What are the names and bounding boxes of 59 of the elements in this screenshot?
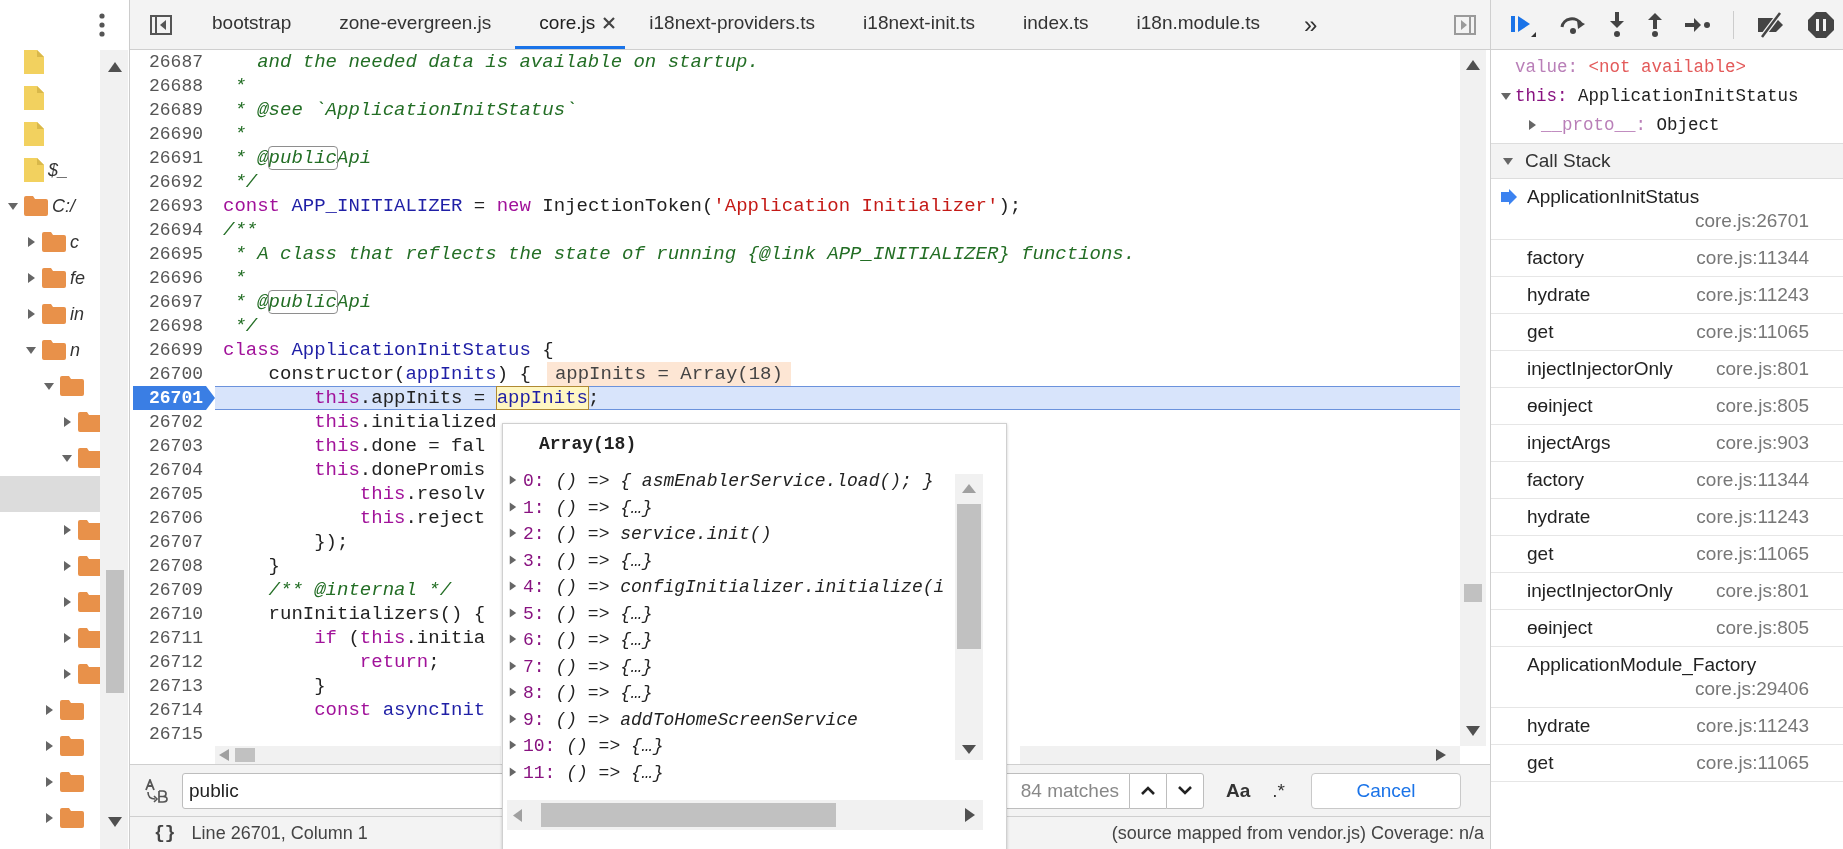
code-line: }: [267, 554, 280, 578]
file-name: fe: [70, 267, 85, 289]
code-line: */: [233, 314, 258, 338]
file-name: C:/: [52, 195, 75, 217]
code-line: this.done = fal: [313, 434, 486, 458]
function-name: ɵɵinject: [1527, 616, 1593, 640]
code-line: * A class that reflects the state of running {@link APP_INITIALIZER} functions.: [233, 242, 1136, 266]
match-count: 84 matches: [1020, 779, 1120, 802]
code-line: *: [233, 122, 246, 146]
function-name: hydrate: [1527, 283, 1591, 307]
cursor-position: Line 26701, Column 1: [191, 822, 368, 844]
code-line: }: [313, 674, 326, 698]
code-line: this.initialized: [313, 410, 497, 434]
function-name: ɵɵinject: [1527, 394, 1593, 418]
code-line: constructor(appInits) {: [267, 362, 531, 386]
code-line: */: [233, 170, 258, 194]
function-name: factory: [1527, 468, 1585, 492]
code-line: });: [313, 530, 349, 554]
function-name: injectArgs: [1527, 431, 1611, 455]
source-map-info: (source mapped from vendor.js) Coverage: n/a: [1111, 822, 1484, 844]
tab-label: core.js: [539, 12, 596, 34]
tab-label: i18n.module.ts: [1136, 12, 1261, 34]
file-name: $_: [48, 159, 69, 181]
inline-value: appInits = Array(18): [546, 362, 791, 386]
code-line: /**: [222, 218, 258, 242]
tab-label: bootstrap: [212, 12, 292, 34]
code-line: runInitializers() {: [267, 602, 486, 626]
code-line: *: [233, 74, 246, 98]
function-name: ApplicationModule_Factory: [1527, 653, 1757, 677]
function-name: hydrate: [1527, 505, 1591, 529]
code-line: /** @internal */: [267, 578, 452, 602]
code-line: class ApplicationInitStatus {: [222, 338, 554, 362]
file-name: n: [70, 339, 80, 361]
code-line: *: [233, 266, 246, 290]
file-name: c: [70, 231, 79, 253]
code-line: this.reject: [358, 506, 486, 530]
code-line: const asyncInit: [313, 698, 486, 722]
function-name: get: [1527, 542, 1554, 566]
code-line: return;: [358, 650, 440, 674]
function-name: hydrate: [1527, 714, 1591, 738]
file-name: in: [70, 303, 84, 325]
code-line: const APP_INITIALIZER = new InjectionToken('Application Initializer');: [222, 194, 1022, 218]
tab-label: i18next-providers.ts: [649, 12, 816, 34]
code-line: and the needed data is available on startup.: [256, 50, 759, 74]
code-line: this.resolv: [358, 482, 486, 506]
function-name: get: [1527, 751, 1554, 775]
tab-label: i18next-init.ts: [863, 12, 976, 34]
function-name: injectInjectorOnly: [1527, 357, 1673, 381]
function-name: injectInjectorOnly: [1527, 579, 1673, 603]
tab-label: zone-evergreen.js: [339, 12, 492, 34]
function-name: factory: [1527, 246, 1585, 270]
tooltip-title: Array(18): [538, 433, 638, 456]
tab-label: index.ts: [1023, 12, 1089, 34]
code-line: if (this.initia: [313, 626, 486, 650]
function-name: ApplicationInitStatus: [1527, 185, 1700, 209]
section-title: Call Stack: [1525, 150, 1611, 172]
code-line: * @see `ApplicationInitStatus`: [233, 98, 577, 122]
code-line: this.donePromis: [313, 458, 486, 482]
function-name: get: [1527, 320, 1554, 344]
